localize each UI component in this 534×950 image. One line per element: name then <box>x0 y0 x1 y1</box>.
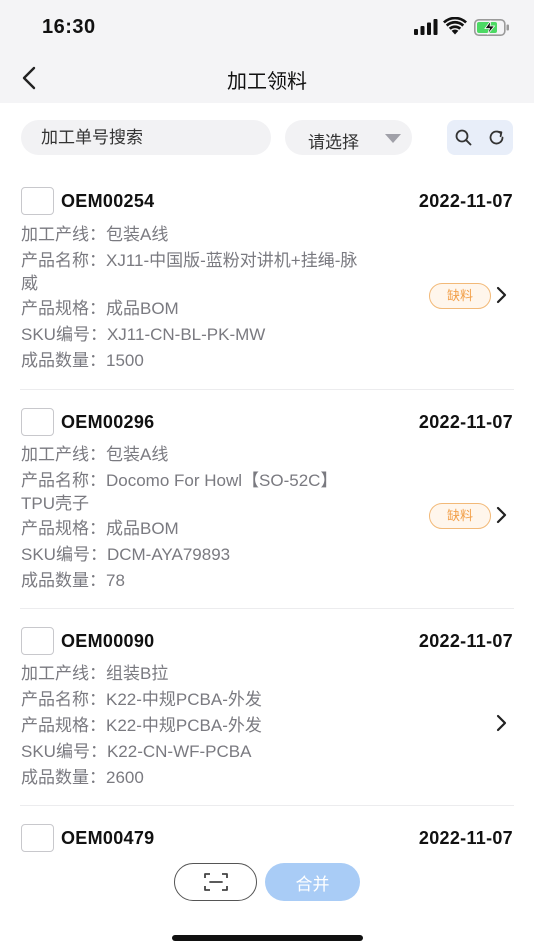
field-value: 组装B拉 <box>106 664 169 683</box>
chevron-right-icon[interactable] <box>495 505 509 525</box>
order-date: 2022-11-07 <box>418 828 513 848</box>
field-value: K22-中规PCBA-外发 <box>106 716 262 735</box>
caret-down-icon <box>385 134 401 143</box>
field-label: 产品名称： <box>21 471 106 490</box>
status-select-value: 请选择 <box>308 133 359 152</box>
order-number: OEM00254 <box>61 191 155 211</box>
shortage-badge: 缺料 <box>429 503 491 529</box>
field-label: 加工产线： <box>21 445 106 464</box>
order-date: 2022-11-07 <box>418 631 513 651</box>
field-label: SKU编号： <box>21 545 107 564</box>
product-name-row: 产品名称：XJ11-中国版-蓝粉对讲机+挂绳-脉 <box>21 250 421 272</box>
home-indicator <box>172 935 363 941</box>
order-card[interactable]: OEM00479 2022-11-07 <box>20 806 514 852</box>
refresh-icon <box>489 130 504 145</box>
field-label: 产品规格： <box>21 716 106 735</box>
field-label: 产品规格： <box>21 299 106 318</box>
page-title: 加工领料 <box>227 71 307 93</box>
field-value: 包装A线 <box>106 225 169 244</box>
field-label: SKU编号： <box>21 325 107 344</box>
chevron-right-icon[interactable] <box>495 713 509 733</box>
field-label: 成品数量： <box>21 571 106 590</box>
production-line-row: 加工产线：包装A线 <box>21 224 421 246</box>
field-value: XJ11-CN-BL-PK-MW <box>106 325 266 344</box>
order-number: OEM00479 <box>61 828 155 848</box>
order-number: OEM00296 <box>61 412 155 432</box>
field-label: 成品数量： <box>21 768 106 787</box>
field-label: 加工产线： <box>21 225 106 244</box>
field-label: SKU编号： <box>21 742 107 761</box>
status-time: 16:30 <box>42 16 96 38</box>
status-select[interactable]: 请选择 <box>285 120 412 155</box>
order-number: OEM00090 <box>61 631 155 651</box>
order-card[interactable]: OEM00254 2022-11-07 加工产线：包装A线 产品名称：XJ11-… <box>20 169 514 390</box>
product-spec-row: 产品规格：成品BOM <box>21 298 421 320</box>
scan-icon <box>204 873 228 891</box>
field-value: 78 <box>106 571 125 590</box>
order-checkbox[interactable] <box>21 627 54 655</box>
order-list: OEM00254 2022-11-07 加工产线：包装A线 产品名称：XJ11-… <box>0 169 534 852</box>
order-checkbox[interactable] <box>21 187 54 215</box>
product-name-continued: 威 <box>21 274 38 293</box>
product-spec-row: 产品规格：K22-中规PCBA-外发 <box>21 715 421 737</box>
order-checkbox[interactable] <box>21 408 54 436</box>
field-value: K22-中规PCBA-外发 <box>106 690 262 709</box>
field-value: 成品BOM <box>106 519 179 538</box>
order-checkbox[interactable] <box>21 824 54 852</box>
bottom-action-bar: 合并 <box>0 852 534 950</box>
battery-charging-icon <box>474 19 509 36</box>
top-area: 16:30 加工领料 <box>0 0 534 103</box>
field-label: 产品规格： <box>21 519 106 538</box>
field-label: 产品名称： <box>21 251 106 270</box>
cellular-signal-icon <box>414 19 438 35</box>
production-line-row: 加工产线：包装A线 <box>21 444 421 466</box>
field-label: 加工产线： <box>21 664 106 683</box>
sku-row: SKU编号：K22-CN-WF-PCBA <box>21 741 421 763</box>
field-value: 成品BOM <box>106 299 179 318</box>
field-value: DCM-AYA79893 <box>106 545 231 564</box>
field-value: Docomo For Howl【SO-52C】 <box>106 471 338 490</box>
search-button[interactable] <box>447 120 480 155</box>
product-name-continued: TPU壳子 <box>21 494 89 513</box>
quantity-row: 成品数量：1500 <box>21 350 421 372</box>
sku-row: SKU编号：XJ11-CN-BL-PK-MW <box>21 324 421 346</box>
search-icon <box>455 129 472 146</box>
order-date: 2022-11-07 <box>418 191 513 211</box>
refresh-button[interactable] <box>480 120 513 155</box>
order-card[interactable]: OEM00090 2022-11-07 加工产线：组装B拉 产品名称：K22-中… <box>20 609 514 806</box>
quantity-row: 成品数量：2600 <box>21 767 421 789</box>
merge-button[interactable]: 合并 <box>265 863 360 901</box>
product-spec-row: 产品规格：成品BOM <box>21 518 421 540</box>
field-value: 1500 <box>106 351 144 370</box>
wifi-icon <box>443 17 467 35</box>
order-date: 2022-11-07 <box>418 412 513 432</box>
production-line-row: 加工产线：组装B拉 <box>21 663 421 685</box>
field-label: 产品名称： <box>21 690 106 709</box>
scan-button[interactable] <box>174 863 257 901</box>
sku-row: SKU编号：DCM-AYA79893 <box>21 544 421 566</box>
field-value: 包装A线 <box>106 445 169 464</box>
product-name-row: 产品名称：K22-中规PCBA-外发 <box>21 689 421 711</box>
product-name-row: 产品名称：Docomo For Howl【SO-52C】 <box>21 470 421 492</box>
shortage-badge: 缺料 <box>429 283 491 309</box>
navigation-bar: 加工领料 <box>0 54 534 103</box>
order-search-input[interactable] <box>21 120 271 155</box>
field-label: 成品数量： <box>21 351 106 370</box>
status-bar: 16:30 <box>0 0 534 54</box>
field-value: 2600 <box>106 768 144 787</box>
field-value: XJ11-中国版-蓝粉对讲机+挂绳-脉 <box>106 251 358 270</box>
quantity-row: 成品数量：78 <box>21 570 421 592</box>
search-bar: 请选择 <box>0 103 534 169</box>
field-value: K22-CN-WF-PCBA <box>106 742 252 761</box>
order-card[interactable]: OEM00296 2022-11-07 加工产线：包装A线 产品名称：Docom… <box>20 390 514 609</box>
chevron-right-icon[interactable] <box>495 285 509 305</box>
